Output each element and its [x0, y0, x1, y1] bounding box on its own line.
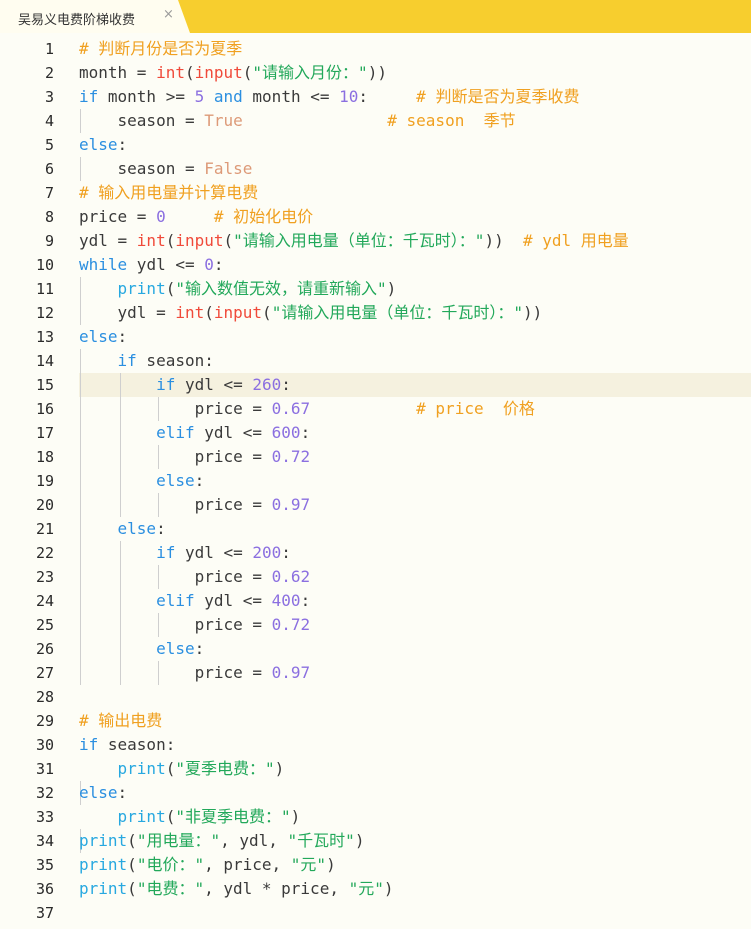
line-number: 28 — [35, 688, 54, 706]
code-line: print("输入数值无效，请重新输入") — [117, 279, 397, 298]
line-number: 25 — [35, 616, 54, 634]
code-line: ydl = int(input("请输入用电量（单位：千瓦时）：")) — [79, 303, 543, 322]
code-line: month = int(input("请输入月份：")) — [79, 63, 387, 82]
code-line: # 输出电费 — [79, 711, 163, 730]
code-line: else: — [79, 135, 128, 154]
code-line: price = 0.97 — [79, 663, 311, 682]
close-icon[interactable]: × — [163, 7, 174, 22]
line-number: 9 — [44, 232, 54, 250]
code-line: if month >= 5 and month <= 10: # 判断是否为夏季… — [79, 87, 580, 106]
tab-title: 吴易义电费阶梯收费 — [18, 13, 136, 28]
code-line: else: — [117, 519, 166, 538]
line-number: 13 — [35, 328, 54, 346]
line-number: 2 — [44, 64, 54, 82]
code-line: price = 0.67 # price 价格 — [79, 399, 535, 418]
file-tab[interactable]: 吴易义电费阶梯收费 × — [0, 0, 190, 33]
code-line: if ydl <= 260: — [156, 375, 291, 394]
code-line: # 判断月份是否为夏季 — [79, 39, 243, 58]
line-number: 26 — [35, 640, 54, 658]
code-line: print("电价：", price, "元") — [79, 855, 336, 874]
line-number: 24 — [35, 592, 54, 610]
line-number: 17 — [35, 424, 54, 442]
code-editor[interactable]: 1 2 3 4 5 6 7 8 9 10 11 12 13 14 15 16 17 18 19 20 21 22 23 24 2… — [0, 33, 751, 929]
code-line: ydl = int(input("请输入用电量（单位：千瓦时）：")) # yd… — [79, 231, 629, 250]
code-line: print("用电量：", ydl, "千瓦时") — [79, 831, 365, 850]
line-number: 6 — [44, 160, 54, 178]
code-line: print("夏季电费：") — [117, 759, 285, 778]
line-number: 22 — [35, 544, 54, 562]
line-number: 3 — [44, 88, 54, 106]
line-number: 16 — [35, 400, 54, 418]
code-line: print("电费：", ydl * price, "元") — [79, 879, 394, 898]
line-number: 7 — [44, 184, 54, 202]
code-line: if season: — [117, 351, 214, 370]
code-line: else: — [156, 639, 205, 658]
line-number: 37 — [35, 904, 54, 922]
code-line: season = True # season 季节 — [79, 111, 516, 130]
line-number: 34 — [35, 832, 54, 850]
line-number: 23 — [35, 568, 54, 586]
line-number: 1 — [44, 40, 54, 58]
code-line: else: — [156, 471, 205, 490]
line-number: 36 — [35, 880, 54, 898]
line-number: 5 — [44, 136, 54, 154]
code-line: season = False — [79, 159, 253, 178]
line-number: 4 — [44, 112, 54, 130]
code-line: print("非夏季电费：") — [117, 807, 301, 826]
code-line: else: — [79, 783, 128, 802]
line-number: 31 — [35, 760, 54, 778]
line-number: 19 — [35, 472, 54, 490]
line-number: 35 — [35, 856, 54, 874]
line-number: 12 — [35, 304, 54, 322]
code-line: # 输入用电量并计算电费 — [79, 183, 259, 202]
code-line: if season: — [79, 735, 176, 754]
line-number: 33 — [35, 808, 54, 826]
code-line: else: — [79, 327, 128, 346]
line-number: 8 — [44, 208, 54, 226]
line-number: 11 — [35, 280, 54, 298]
code-line: while ydl <= 0: — [79, 255, 224, 274]
line-number: 27 — [35, 664, 54, 682]
tab-bar: 吴易义电费阶梯收费 × — [0, 0, 751, 33]
line-number: 18 — [35, 448, 54, 466]
line-number: 21 — [35, 520, 54, 538]
code-line: if ydl <= 200: — [156, 543, 291, 562]
code-line: price = 0 # 初始化电价 — [79, 207, 314, 226]
code-line: price = 0.97 — [79, 495, 311, 514]
line-number: 30 — [35, 736, 54, 754]
line-number: 29 — [35, 712, 54, 730]
code-line: price = 0.62 — [79, 567, 311, 586]
code-line: elif ydl <= 400: — [156, 591, 311, 610]
line-number: 32 — [35, 784, 54, 802]
code-line: price = 0.72 — [79, 615, 311, 634]
line-number: 20 — [35, 496, 54, 514]
line-number: 15 — [35, 376, 54, 394]
line-number: 14 — [35, 352, 54, 370]
code-line: elif ydl <= 600: — [156, 423, 311, 442]
line-gutter: 1 2 3 4 5 6 7 8 9 10 11 12 13 14 15 16 17 18 19 20 21 22 23 24 2… — [0, 33, 66, 929]
code-line: price = 0.72 — [79, 447, 311, 466]
line-number: 10 — [35, 256, 54, 274]
